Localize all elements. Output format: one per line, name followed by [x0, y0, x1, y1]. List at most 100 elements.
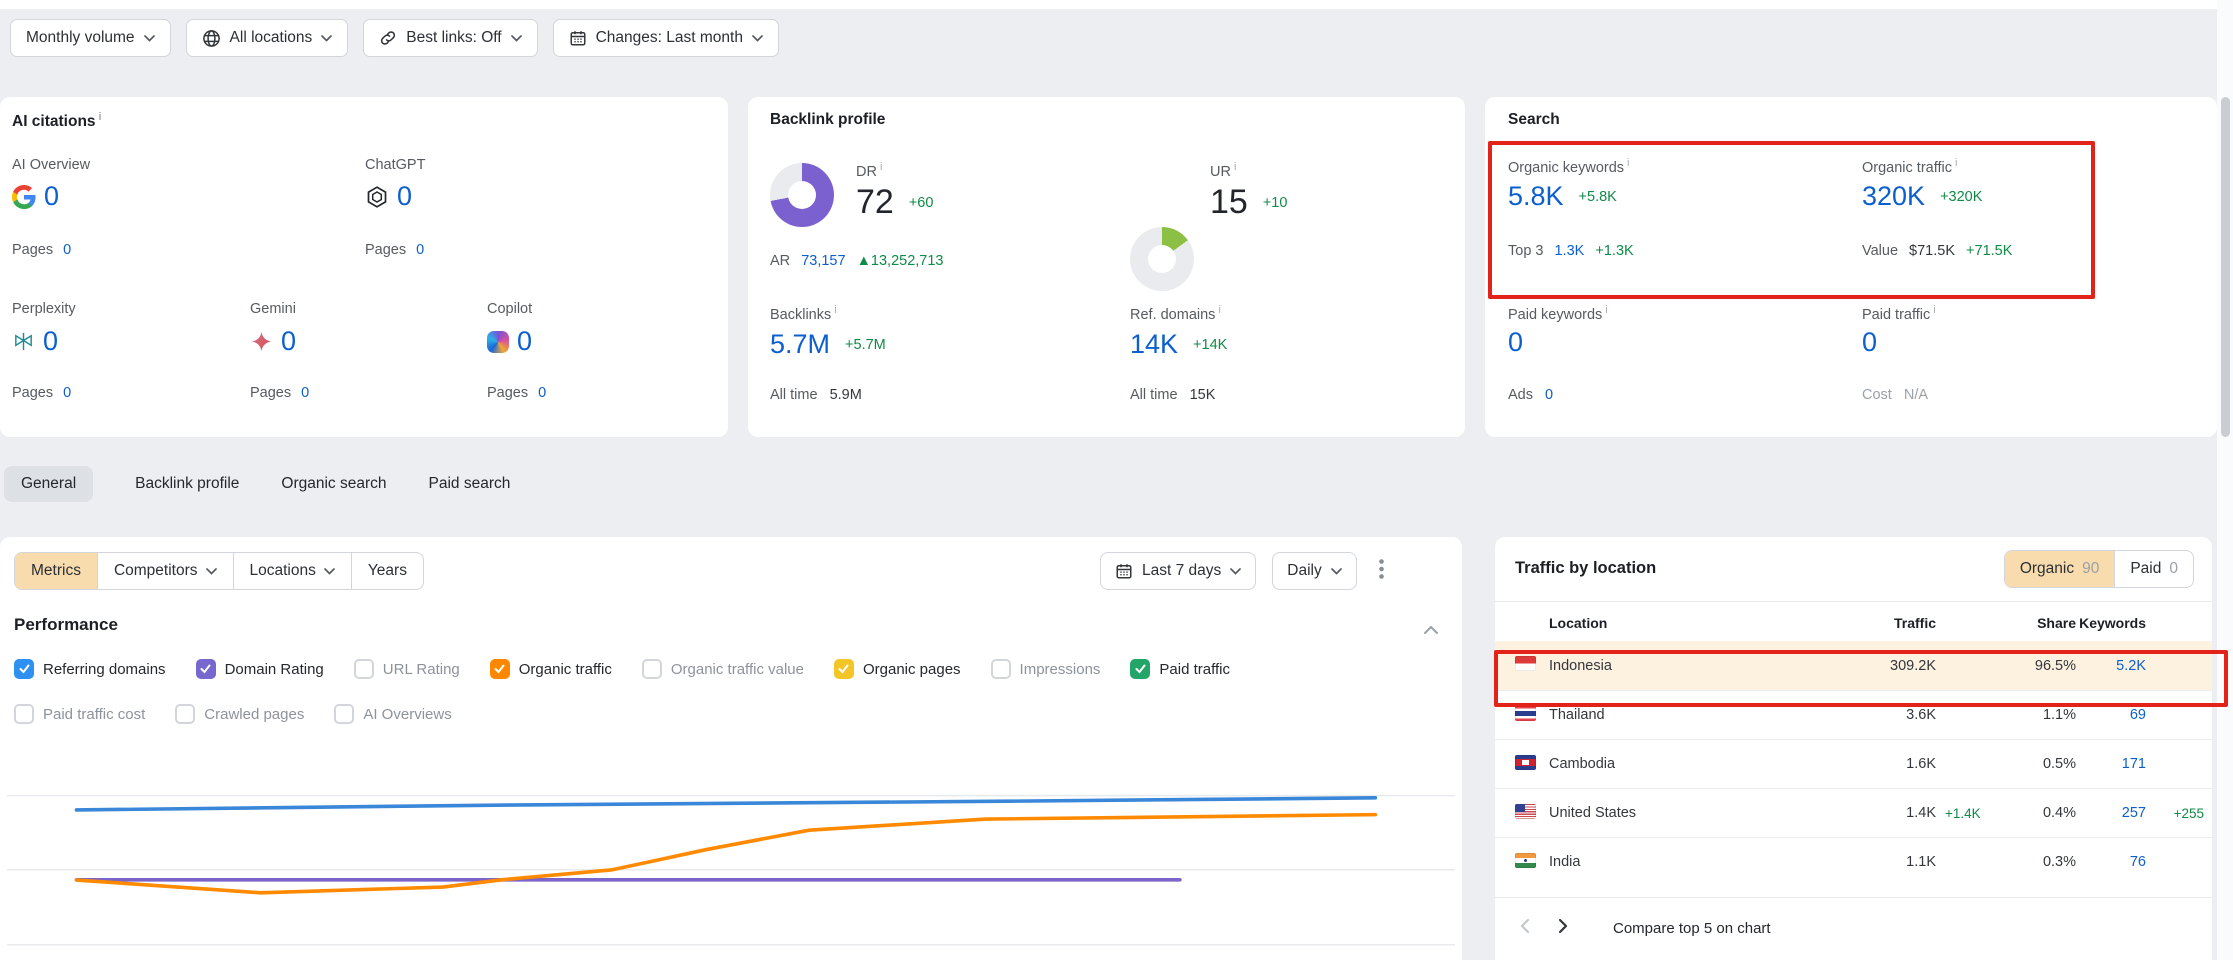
- locations-dropdown[interactable]: All locations: [186, 19, 349, 57]
- segment-metrics[interactable]: Metrics: [15, 553, 97, 589]
- dr-label: DR: [856, 161, 882, 180]
- organic-keywords-value[interactable]: 5.8K: [1508, 181, 1564, 212]
- keywords-link[interactable]: 69: [2076, 707, 2146, 723]
- table-row-cambodia[interactable]: Cambodia 1.6K 0.5% 171: [1495, 739, 2212, 788]
- ai-overview-pages-count[interactable]: 0: [63, 242, 71, 258]
- keywords-link[interactable]: 171: [2076, 756, 2146, 772]
- table-row-india[interactable]: India 1.1K 0.3% 76: [1495, 837, 2212, 886]
- ai-citations-card: AI citations AI Overview 0 Pages 0 ChatG…: [0, 97, 728, 437]
- traffic-value-row: Value $71.5K +71.5K: [1862, 243, 2012, 259]
- gemini-count[interactable]: 0: [281, 326, 296, 357]
- metric-impressions[interactable]: Impressions: [991, 659, 1101, 679]
- ar-value[interactable]: 73,157: [801, 253, 845, 269]
- backlink-profile-title: Backlink profile: [770, 111, 885, 129]
- perplexity-count[interactable]: 0: [43, 326, 58, 357]
- checkbox[interactable]: [175, 704, 195, 724]
- copilot-icon: [487, 331, 509, 353]
- metric-paid-traffic-cost[interactable]: Paid traffic cost: [14, 704, 145, 724]
- checkbox[interactable]: [14, 704, 34, 724]
- ref-domains-delta: +14K: [1193, 337, 1227, 353]
- organic-keywords-delta: +5.8K: [1579, 189, 1617, 205]
- chatgpt-count[interactable]: 0: [397, 181, 412, 212]
- calendar-icon: [569, 29, 587, 47]
- paid-traffic-value[interactable]: 0: [1862, 327, 1877, 357]
- keywords-link[interactable]: 76: [2076, 854, 2146, 870]
- perplexity-pages-count[interactable]: 0: [63, 385, 71, 401]
- tab-organic-search[interactable]: Organic search: [281, 466, 386, 502]
- cost-value: N/A: [1904, 387, 1928, 403]
- checkbox[interactable]: [642, 659, 662, 679]
- toggle-organic[interactable]: Organic 90: [2005, 551, 2115, 587]
- checkbox[interactable]: [834, 659, 854, 679]
- metric-domain-rating[interactable]: Domain Rating: [196, 659, 324, 679]
- ai-overview-label: AI Overview: [12, 157, 90, 173]
- checkbox[interactable]: [354, 659, 374, 679]
- backlinks-value[interactable]: 5.7M: [770, 329, 830, 360]
- segment-locations[interactable]: Locations: [233, 553, 351, 589]
- organic-count: 90: [2082, 560, 2099, 578]
- tab-backlink-profile[interactable]: Backlink profile: [135, 466, 239, 502]
- performance-line-chart[interactable]: [7, 742, 1455, 960]
- perplexity-icon: [12, 330, 35, 353]
- changes-dropdown[interactable]: Changes: Last month: [553, 19, 779, 57]
- ref-domains-value[interactable]: 14K: [1130, 329, 1178, 360]
- tab-general[interactable]: General: [4, 466, 93, 502]
- segment-competitors[interactable]: Competitors: [97, 553, 233, 589]
- metric-organic-traffic-value[interactable]: Organic traffic value: [642, 659, 804, 679]
- checkbox[interactable]: [490, 659, 510, 679]
- scrollbar-thumb[interactable]: [2221, 97, 2230, 437]
- more-options-kebab-icon[interactable]: [1373, 555, 1390, 588]
- metric-organic-pages[interactable]: Organic pages: [834, 659, 961, 679]
- paid-keywords-value[interactable]: 0: [1508, 327, 1523, 357]
- top3-value[interactable]: 1.3K: [1555, 243, 1585, 259]
- compare-top5-link[interactable]: Compare top 5 on chart: [1613, 920, 1771, 937]
- metric-referring-domains[interactable]: Referring domains: [14, 659, 166, 679]
- table-row-united-states[interactable]: United States 1.4K +1.4K 0.4% 257 +255: [1495, 788, 2212, 837]
- metric-crawled-pages[interactable]: Crawled pages: [175, 704, 304, 724]
- metric-url-rating[interactable]: URL Rating: [354, 659, 460, 679]
- metric-ai-overviews[interactable]: AI Overviews: [334, 704, 451, 724]
- metric-paid-traffic[interactable]: Paid traffic: [1130, 659, 1230, 679]
- keywords-link[interactable]: 257: [2076, 805, 2146, 821]
- checkbox[interactable]: [334, 704, 354, 724]
- checkbox[interactable]: [1130, 659, 1150, 679]
- ai-overview-count[interactable]: 0: [44, 181, 59, 212]
- table-row-thailand[interactable]: Thailand 3.6K 1.1% 69: [1495, 690, 2212, 739]
- top-strip: [0, 0, 2233, 9]
- chevron-down-icon: [324, 568, 335, 575]
- indonesia-flag-icon: [1515, 656, 1536, 671]
- toggle-paid[interactable]: Paid 0: [2114, 551, 2193, 587]
- granularity-dropdown[interactable]: Daily: [1272, 552, 1356, 590]
- checkbox[interactable]: [196, 659, 216, 679]
- checkbox[interactable]: [14, 659, 34, 679]
- checkbox[interactable]: [991, 659, 1011, 679]
- segment-years[interactable]: Years: [351, 553, 423, 589]
- metric-organic-traffic[interactable]: Organic traffic: [490, 659, 612, 679]
- date-range-dropdown[interactable]: Last 7 days: [1100, 552, 1256, 590]
- chart-date-controls: Last 7 days Daily: [1100, 552, 1390, 590]
- top3-delta: +1.3K: [1595, 243, 1633, 259]
- chatgpt-pages-count[interactable]: 0: [416, 242, 424, 258]
- united-states-flag-icon: [1515, 804, 1536, 819]
- tab-paid-search[interactable]: Paid search: [429, 466, 511, 502]
- table-row-indonesia[interactable]: Indonesia 309.2K 96.5% 5.2K: [1495, 641, 2212, 690]
- next-page-icon[interactable]: [1544, 910, 1583, 947]
- copilot-count[interactable]: 0: [517, 326, 532, 357]
- best-links-dropdown[interactable]: Best links: Off: [363, 19, 537, 57]
- collapse-section-icon[interactable]: [1424, 621, 1438, 639]
- copilot-pages-count[interactable]: 0: [538, 385, 546, 401]
- changes-label: Changes: Last month: [596, 29, 743, 47]
- prev-page-icon[interactable]: [1505, 910, 1544, 947]
- monthly-volume-dropdown[interactable]: Monthly volume: [10, 19, 171, 57]
- date-range-label: Last 7 days: [1142, 562, 1221, 580]
- globe-icon: [202, 29, 221, 48]
- gemini-pages-count[interactable]: 0: [301, 385, 309, 401]
- organic-traffic-value[interactable]: 320K: [1862, 181, 1925, 212]
- dr-donut-chart: [770, 163, 834, 227]
- paid-traffic-label: Paid traffic: [1862, 304, 1936, 323]
- keywords-link[interactable]: 5.2K: [2076, 658, 2146, 674]
- traffic-by-location-title: Traffic by location: [1515, 559, 1656, 578]
- ur-value: 15: [1210, 183, 1248, 222]
- ads-count[interactable]: 0: [1545, 387, 1553, 403]
- backlinks-delta: +5.7M: [845, 337, 886, 353]
